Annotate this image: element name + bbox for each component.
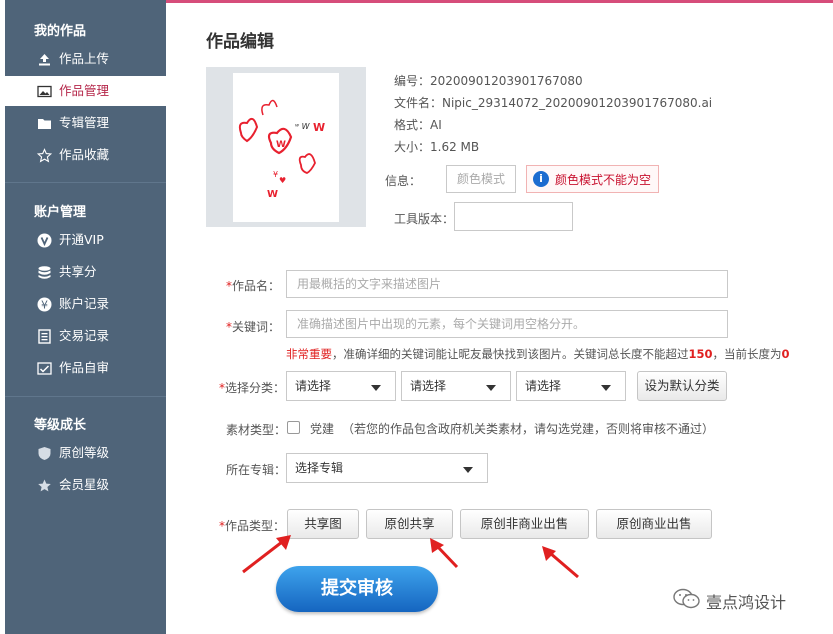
wechat-icon: [673, 588, 700, 609]
watermark-text: 壹点鸿设计: [706, 593, 787, 612]
annotation-arrows: [242, 535, 579, 579]
submit-review-button[interactable]: 提交审核: [276, 566, 438, 612]
